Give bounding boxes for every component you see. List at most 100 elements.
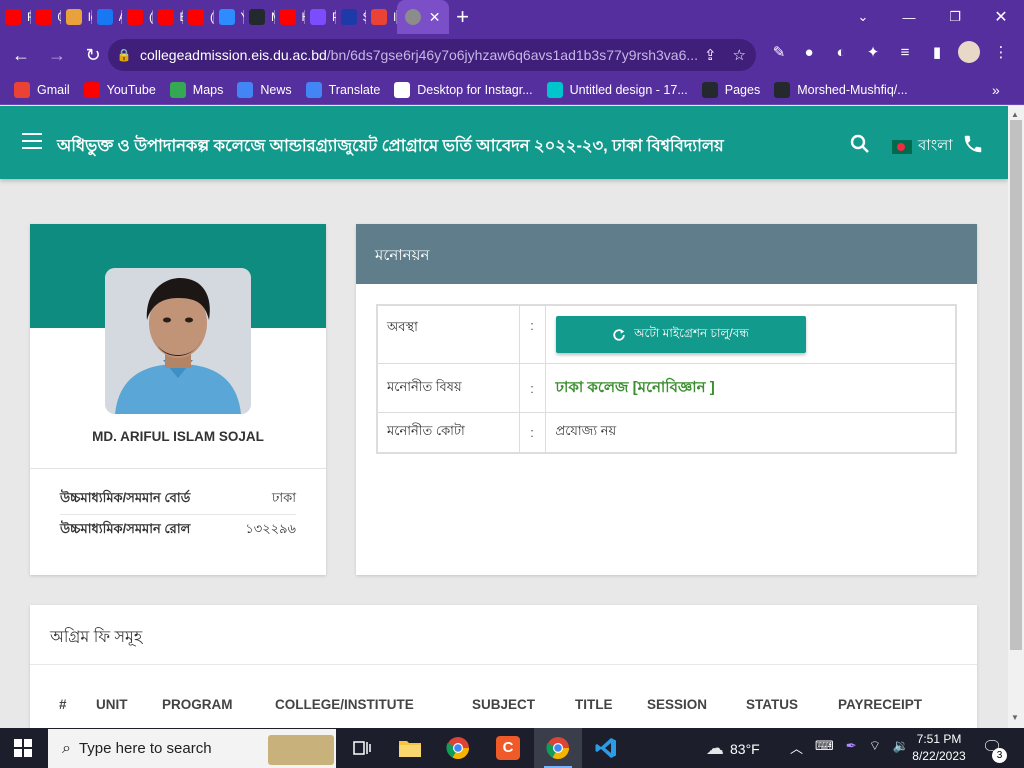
- windows-start-icon[interactable]: [14, 739, 32, 757]
- column-header: SUBJECT: [472, 697, 536, 712]
- column-header: PROGRAM: [162, 697, 233, 712]
- youtube-icon: [127, 9, 143, 25]
- tab-active[interactable]: ✕: [396, 0, 449, 34]
- taskbar-search-box[interactable]: ⌕ Type here to search: [48, 729, 336, 768]
- cloudy-weather-icon: ☁: [706, 738, 724, 758]
- profile-avatar-icon[interactable]: [958, 41, 980, 63]
- media-control-icon[interactable]: ≡: [894, 41, 916, 63]
- bookmarks-bar: Gmail YouTube Maps News Translate Desktop for…: [0, 76, 1024, 105]
- minimize-button[interactable]: —: [886, 0, 932, 34]
- language-label: বাংলা: [918, 137, 953, 154]
- puzzle-extensions-icon[interactable]: ✦: [862, 41, 884, 63]
- auto-migration-toggle-button[interactable]: অটো মাইগ্রেশন চালু/বন্ধ: [555, 316, 806, 353]
- new-tab-button[interactable]: +: [449, 0, 477, 34]
- browser-tab[interactable]: Re: [0, 0, 31, 34]
- column-header: SESSION: [647, 697, 708, 712]
- quota-label: মনোনীত কোটা: [376, 411, 520, 454]
- address-row: ← → ↻ 🔒 collegeadmission.eis.du.ac.bd/bn…: [0, 34, 1024, 76]
- bookmark-label: Translate: [328, 83, 381, 97]
- translate-icon: [305, 82, 322, 98]
- browser-tab[interactable]: Ari: [92, 0, 122, 34]
- browser-tab[interactable]: loc: [61, 0, 92, 34]
- cookie-extension-icon[interactable]: ●: [798, 41, 820, 63]
- language-switcher[interactable]: বাংলা: [892, 134, 953, 159]
- date: 8/22/2023: [912, 749, 966, 763]
- tower-icon: [66, 9, 82, 25]
- advance-fees-card: অগ্রিম ফি সমূহ # UNIT PROGRAM COLLEGE/IN…: [30, 605, 977, 728]
- bookmark-label: YouTube: [106, 83, 156, 97]
- browser-tab[interactable]: Yt: [214, 0, 244, 34]
- browser-tab[interactable]: (6): [183, 0, 214, 34]
- browser-tab[interactable]: (1': [122, 0, 153, 34]
- bookmark-item[interactable]: News: [237, 82, 292, 98]
- back-button[interactable]: ←: [6, 40, 36, 70]
- profile-card: MD. ARIFUL ISLAM SOJAL উচ্চমাধ্যমিক/সমমা…: [30, 224, 326, 575]
- clock[interactable]: 7:51 PM 8/22/2023: [906, 731, 972, 765]
- taskbar: ⌕ Type here to search C ☁ 83°F ︿ ⌨ ✒ ⌔ 🔉…: [0, 728, 1024, 768]
- address-bar[interactable]: 🔒 collegeadmission.eis.du.ac.bd/bn/6ds7g…: [108, 39, 756, 71]
- pen-icon[interactable]: ✒: [846, 738, 857, 757]
- tab-search-icon[interactable]: ⌄: [840, 0, 886, 34]
- scroll-up-arrow-icon[interactable]: ▲: [1011, 110, 1019, 119]
- browser-tab[interactable]: Bo: [153, 0, 183, 34]
- globe-icon: [394, 82, 411, 98]
- browser-menu-icon[interactable]: ⋮: [990, 41, 1012, 63]
- lock-icon[interactable]: 🔒: [108, 48, 140, 62]
- time: 7:51 PM: [916, 732, 962, 746]
- scroll-down-arrow-icon[interactable]: ▼: [1011, 713, 1019, 722]
- share-icon[interactable]: ⇪: [704, 46, 717, 64]
- roll-label: উচ্চমাধ্যমিক/সমমান রোল: [60, 521, 191, 536]
- youtube-icon: [279, 9, 296, 25]
- chrome-icon[interactable]: [434, 728, 482, 768]
- bookmarks-overflow-icon[interactable]: »: [992, 82, 1010, 98]
- device-icon[interactable]: ⌨: [815, 738, 834, 757]
- status-label: অবস্থা: [376, 304, 520, 365]
- browser-tab[interactable]: 01: [31, 0, 61, 34]
- browser-tab[interactable]: Inl: [366, 0, 397, 34]
- phone-icon[interactable]: [962, 133, 984, 155]
- browser-tab[interactable]: Pa: [305, 0, 336, 34]
- column-header: UNIT: [96, 697, 128, 712]
- hamburger-menu-icon[interactable]: [22, 133, 42, 149]
- eyedropper-extension-icon[interactable]: ✎: [768, 41, 790, 63]
- reload-button[interactable]: ↻: [78, 40, 108, 70]
- vscode-icon[interactable]: [582, 728, 630, 768]
- bookmark-item[interactable]: Pages: [701, 82, 760, 98]
- browser-tab[interactable]: Mo: [244, 0, 275, 34]
- extension-icon[interactable]: ◐: [830, 41, 852, 63]
- bookmark-item[interactable]: Morshed-Mushfiq/...: [774, 82, 908, 98]
- auto-migration-label: অটো মাইগ্রেশন চালু/বন্ধ: [634, 325, 749, 340]
- close-tab-icon[interactable]: ✕: [429, 9, 449, 26]
- bookmark-star-icon[interactable]: ☆: [733, 46, 746, 64]
- chevron-up-icon[interactable]: ︿: [790, 738, 803, 757]
- scrollbar-thumb[interactable]: [1010, 120, 1022, 650]
- bookmark-label: Maps: [192, 83, 224, 97]
- search-icon[interactable]: [850, 134, 870, 154]
- forward-button[interactable]: →: [42, 40, 72, 70]
- close-window-button[interactable]: ✕: [978, 0, 1024, 34]
- wifi-icon[interactable]: ⌔: [869, 738, 881, 757]
- loading-icon: [404, 9, 421, 25]
- bookmark-item[interactable]: Maps: [169, 82, 224, 98]
- bookmark-item[interactable]: Desktop for Instagr...: [394, 82, 533, 98]
- browser-tab[interactable]: Ho: [275, 0, 305, 34]
- browser-tab[interactable]: Sk: [336, 0, 366, 34]
- bookmark-item[interactable]: Translate: [305, 82, 381, 98]
- student-name: MD. ARIFUL ISLAM SOJAL: [92, 429, 264, 444]
- bookmark-label: Morshed-Mushfiq/...: [797, 83, 908, 97]
- board-row: উচ্চমাধ্যমিক/সমমান বোর্ড ঢাকা: [60, 489, 296, 510]
- side-panel-icon[interactable]: ▮: [926, 41, 948, 63]
- bookmark-item[interactable]: YouTube: [83, 82, 156, 98]
- app-header: অধিভুক্ত ও উপাদানকল্প কলেজে আন্ডারগ্র্যা…: [0, 106, 1008, 179]
- app-c-icon[interactable]: C: [484, 728, 532, 768]
- task-view-icon[interactable]: [338, 728, 386, 768]
- restore-button[interactable]: ❐: [932, 0, 978, 34]
- nomination-table: অবস্থা : অটো মাইগ্রেশন চালু/বন্ধ মনোনীত …: [376, 304, 957, 454]
- quota-row: মনোনীত কোটা : প্রযোজ্য নয়: [376, 411, 957, 454]
- bookmark-item[interactable]: Gmail: [14, 82, 70, 98]
- page-viewport: অধিভুক্ত ও উপাদানকল্প কলেজে আন্ডারগ্র্যা…: [0, 106, 1008, 728]
- chrome-profile-icon[interactable]: [534, 728, 582, 768]
- file-explorer-icon[interactable]: [386, 728, 434, 768]
- bookmark-item[interactable]: Untitled design - 17...: [546, 82, 688, 98]
- weather-widget[interactable]: ☁ 83°F: [706, 738, 760, 759]
